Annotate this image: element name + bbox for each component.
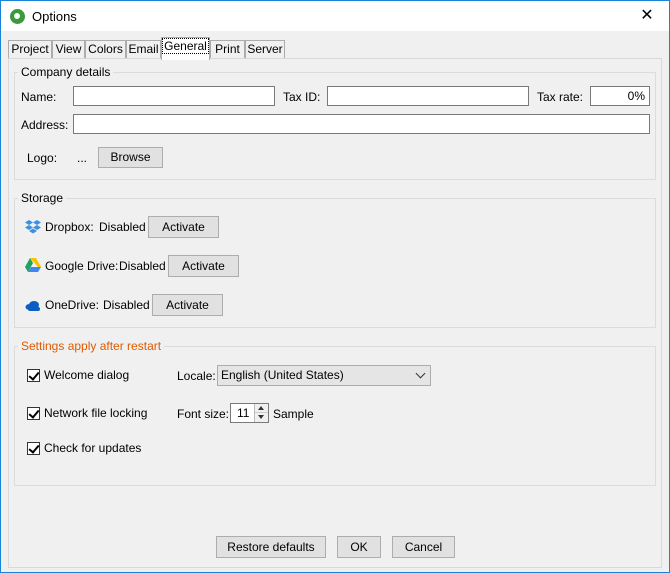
network-file-locking-checkbox[interactable] <box>27 407 40 420</box>
restore-defaults-button[interactable]: Restore defaults <box>216 536 326 558</box>
window-title: Options <box>32 9 77 24</box>
dropbox-label: Dropbox: <box>45 220 94 234</box>
font-size-spin-buttons <box>254 404 268 422</box>
address-field[interactable] <box>73 114 650 134</box>
browse-button[interactable]: Browse <box>98 147 163 168</box>
tab-project[interactable]: Project <box>8 40 52 59</box>
company-details-title: Company details <box>18 65 114 79</box>
spin-up-icon[interactable] <box>255 404 268 413</box>
chevron-down-icon <box>415 368 426 379</box>
check-for-updates-checkbox[interactable] <box>27 442 40 455</box>
tax-id-field[interactable] <box>327 86 529 106</box>
tab-print[interactable]: Print <box>210 40 245 59</box>
address-label: Address: <box>21 118 69 132</box>
logo-label: Logo: <box>27 151 58 165</box>
tab-view[interactable]: View <box>52 40 85 59</box>
locale-dropdown[interactable]: English (United States) <box>217 365 431 386</box>
google-drive-icon <box>25 258 41 272</box>
onedrive-status: Disabled <box>103 298 150 312</box>
tax-rate-field[interactable]: 0% <box>590 86 650 106</box>
restart-settings-title: Settings apply after restart <box>18 339 165 353</box>
tab-email[interactable]: Email <box>126 40 161 59</box>
dropbox-activate-button[interactable]: Activate <box>148 216 219 238</box>
name-label: Name: <box>21 90 57 104</box>
dropbox-status: Disabled <box>99 220 146 234</box>
tab-general[interactable]: General <box>161 37 210 60</box>
font-size-label: Font size: <box>177 407 230 421</box>
options-window: Options ✕ Project View Colors Email Gene… <box>0 0 670 573</box>
locale-label: Locale: <box>177 369 216 383</box>
app-logo-icon <box>10 9 25 24</box>
google-drive-activate-button[interactable]: Activate <box>168 255 239 277</box>
google-drive-label: Google Drive: <box>45 259 119 273</box>
font-size-stepper[interactable]: 11 <box>230 403 269 423</box>
onedrive-label: OneDrive: <box>45 298 100 312</box>
tab-colors[interactable]: Colors <box>85 40 126 59</box>
dropbox-icon <box>25 220 41 234</box>
network-file-locking-label: Network file locking <box>44 406 148 420</box>
google-drive-status: Disabled <box>119 259 166 273</box>
general-tab-page: Company details Name: Tax ID: Tax rate: … <box>8 58 662 568</box>
spin-down-icon[interactable] <box>255 413 268 422</box>
onedrive-activate-button[interactable]: Activate <box>152 294 223 316</box>
company-details-group: Company details Name: Tax ID: Tax rate: … <box>14 65 656 180</box>
tab-server[interactable]: Server <box>245 40 285 59</box>
tax-rate-label: Tax rate: <box>537 90 584 104</box>
close-button[interactable]: ✕ <box>625 1 669 31</box>
check-for-updates-label: Check for updates <box>44 441 142 455</box>
onedrive-icon <box>25 301 40 311</box>
storage-group: Storage Dropbox: Disabled Activate Googl… <box>14 191 656 328</box>
storage-title: Storage <box>18 191 67 205</box>
tax-id-label: Tax ID: <box>283 90 321 104</box>
welcome-dialog-label: Welcome dialog <box>44 368 130 382</box>
logo-value: ... <box>77 151 88 165</box>
locale-value: English (United States) <box>221 368 344 382</box>
font-size-value: 11 <box>237 406 250 420</box>
ok-button[interactable]: OK <box>337 536 381 558</box>
name-field[interactable] <box>73 86 275 106</box>
welcome-dialog-checkbox[interactable] <box>27 369 40 382</box>
cancel-button[interactable]: Cancel <box>392 536 455 558</box>
font-sample-label: Sample <box>273 407 314 421</box>
title-bar: Options ✕ <box>1 1 669 31</box>
restart-settings-group: Settings apply after restart Welcome dia… <box>14 339 656 486</box>
